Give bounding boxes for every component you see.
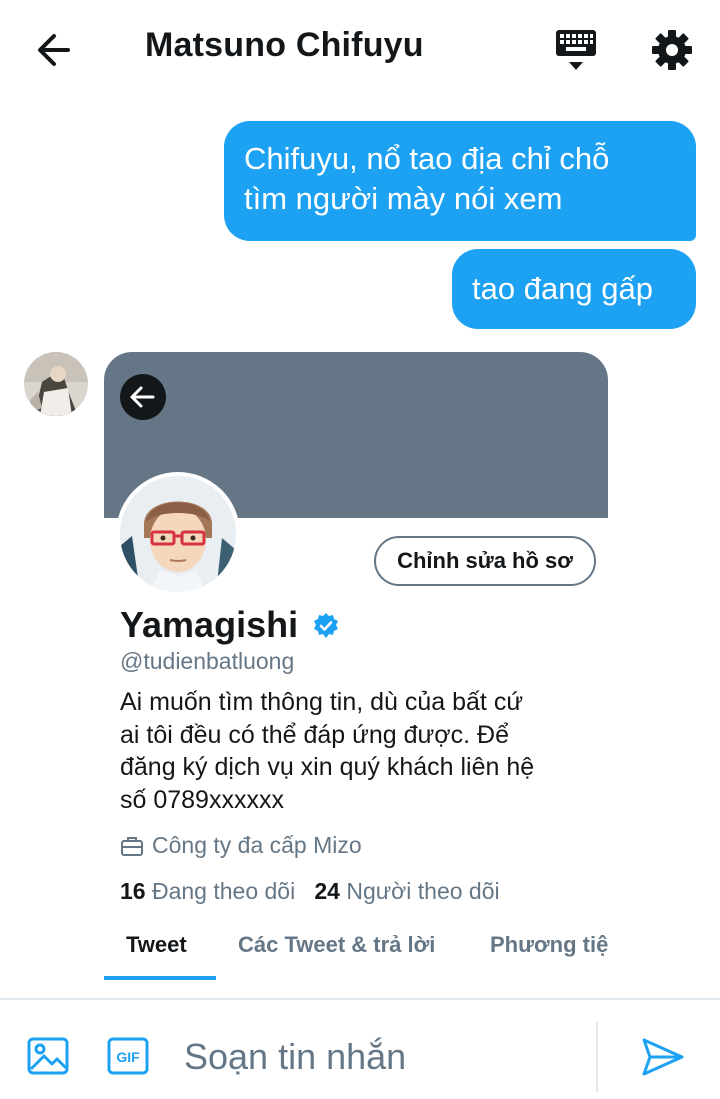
conversation-title: Matsuno Chifuyu	[145, 26, 424, 64]
followers-count: 24	[314, 878, 340, 904]
composer-separator	[596, 1022, 598, 1092]
tab-media[interactable]: Phương tiệ	[490, 932, 608, 958]
company-name: Công ty đa cấp Mizo	[152, 832, 362, 858]
image-icon[interactable]	[26, 1036, 70, 1076]
bio-line: ai tôi đều có thể đáp ứng được. Để	[120, 720, 509, 749]
bio-line: đăng ký dịch vụ xin quý khách liên hệ	[120, 753, 535, 781]
gif-icon[interactable]: GIF	[106, 1036, 150, 1076]
sender-avatar[interactable]	[24, 352, 88, 416]
send-icon[interactable]	[640, 1034, 686, 1080]
following-link[interactable]: 16 Đang theo dõi	[120, 878, 295, 904]
edit-profile-button[interactable]: Chỉnh sửa hồ sơ	[374, 536, 596, 586]
followers-link[interactable]: 24 Người theo dõi	[314, 878, 499, 904]
gif-label: GIF	[116, 1049, 140, 1065]
following-label: Đang theo dõi	[151, 878, 296, 904]
conversation-header: Matsuno Chifuyu	[0, 0, 720, 96]
tab-tweet[interactable]: Tweet	[126, 932, 187, 958]
profile-company: Công ty đa cấp Mizo	[120, 832, 362, 859]
message-input[interactable]	[182, 1030, 586, 1084]
briefcase-icon	[121, 836, 143, 856]
profile-name: Yamagishi	[120, 604, 299, 645]
message-text-line: Chifuyu, nổ tao địa chỉ chỗ	[244, 141, 610, 176]
sent-message-bubble[interactable]: tao đang gấp	[452, 249, 696, 329]
keyboard-icon[interactable]	[552, 28, 600, 74]
bio-line: số 0789xxxxxx	[120, 785, 284, 814]
message-composer: GIF	[0, 1000, 720, 1099]
verified-badge-icon	[312, 612, 340, 640]
tab-tweets-replies[interactable]: Các Tweet & trả lời	[238, 932, 435, 958]
follow-stats: 16 Đang theo dõi 24 Người theo dõi	[120, 878, 500, 905]
profile-handle: @tudienbatluong	[120, 648, 295, 674]
gear-icon[interactable]	[648, 26, 696, 74]
back-arrow-icon[interactable]	[120, 374, 166, 420]
bio-line: Ai muốn tìm thông tin, dù của bất cứ	[120, 688, 524, 716]
message-text-line: tao đang gấp	[472, 271, 654, 306]
profile-bio: Ai muốn tìm thông tin, dù của bất cứ ai …	[120, 686, 590, 816]
shared-profile-card[interactable]: Chỉnh sửa hồ sơ Yamagishi @tudienbatluon…	[104, 352, 608, 982]
following-count: 16	[120, 878, 146, 904]
sent-message-bubble[interactable]: Chifuyu, nổ tao địa chỉ chỗ tìm người mà…	[224, 121, 696, 241]
message-text-line: tìm người mày nói xem	[244, 181, 563, 216]
active-tab-indicator	[104, 976, 216, 980]
back-arrow-icon[interactable]	[32, 28, 80, 72]
followers-label: Người theo dõi	[346, 878, 500, 904]
profile-tabs: Tweet Các Tweet & trả lời Phương tiệ	[104, 928, 608, 982]
profile-avatar[interactable]	[116, 472, 240, 596]
